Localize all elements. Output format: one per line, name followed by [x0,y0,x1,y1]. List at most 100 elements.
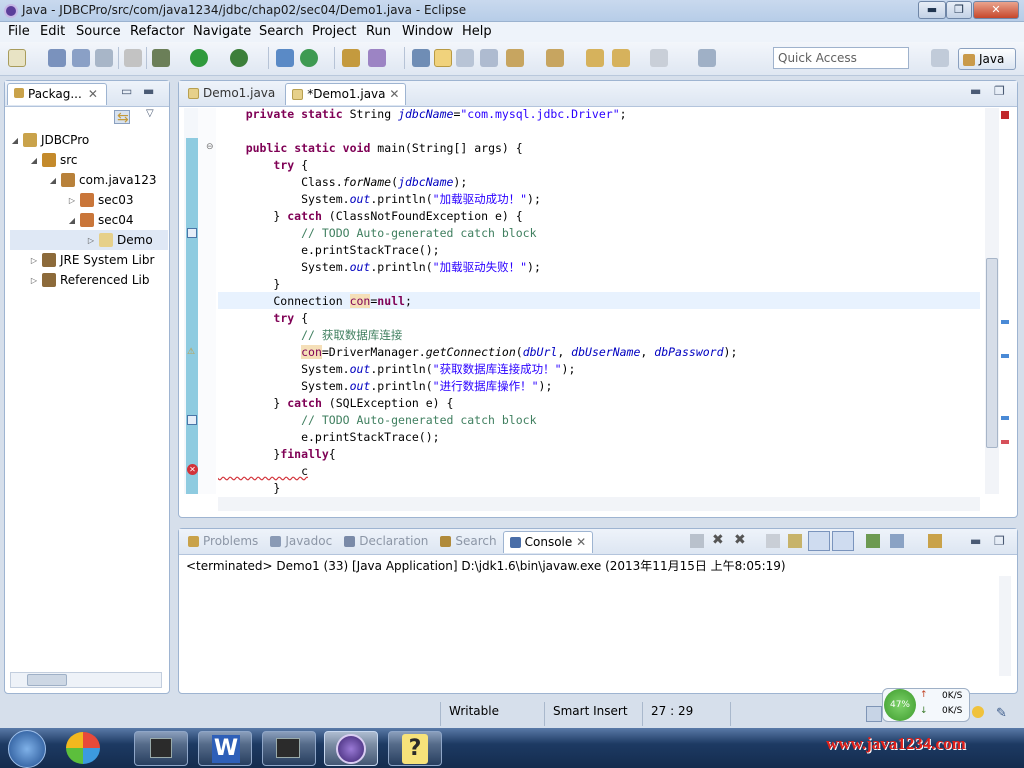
minimize-button[interactable]: ▬ [918,1,946,19]
skip-breakpoints-icon[interactable] [124,49,142,67]
tree-expand-icon[interactable]: ◢ [67,216,77,225]
save-all-icon[interactable] [72,49,90,67]
tree-item[interactable]: ◢ JDBCPro [10,130,168,150]
quick-access-input[interactable]: Quick Access [773,47,909,69]
console-minimize-icon[interactable]: ▬ [970,534,981,548]
tree-item[interactable]: ▷ Demo [10,230,168,250]
new-class-icon[interactable] [300,49,318,67]
minimize-view-icon[interactable]: ▬ [143,84,154,98]
search-icon[interactable] [368,49,386,67]
error-marker-icon[interactable]: ✕ [187,464,198,475]
bottom-tab[interactable]: Console ✕ [502,531,594,553]
console-maximize-icon[interactable]: ❐ [994,534,1005,548]
scrollbar-thumb[interactable] [986,258,998,448]
remove-launch-icon[interactable]: ✖ [712,532,724,548]
toggle-mark-occurrences-icon[interactable] [412,49,430,67]
open-perspective-icon[interactable] [931,49,949,67]
external-tools-icon[interactable] [230,49,248,67]
tree-expand-icon[interactable]: ◢ [48,176,58,185]
bottom-tab[interactable]: Search [434,531,502,553]
start-button[interactable] [8,730,46,768]
tree-item[interactable]: ◢ sec04 [10,210,168,230]
debug-icon[interactable] [152,49,170,67]
editor-horizontal-scrollbar[interactable] [218,497,980,511]
editor-minimize-icon[interactable]: ▬ [970,84,981,98]
tree-expand-icon[interactable]: ▷ [86,236,96,245]
menu-navigate[interactable]: Navigate [193,24,251,39]
scroll-lock-icon[interactable] [788,534,802,548]
next-annotation-icon[interactable] [506,49,524,67]
maximize-button[interactable]: ❐ [946,1,972,19]
save-icon[interactable] [48,49,66,67]
bottom-tab[interactable]: Declaration [338,531,434,553]
tree-item[interactable]: ▷ JRE System Libr [10,250,168,270]
remove-all-launches-icon[interactable]: ✖ [734,532,746,548]
previous-annotation-icon[interactable] [546,49,564,67]
code-area[interactable]: private static String jdbcName="com.mysq… [218,106,980,496]
editor-maximize-icon[interactable]: ❐ [994,84,1005,98]
terminate-icon[interactable] [690,534,704,548]
menu-file[interactable]: File [8,24,30,39]
new-icon[interactable] [8,49,26,67]
pin-console-icon[interactable] [866,534,880,548]
tree-expand-icon[interactable]: ▷ [67,196,77,205]
horizontal-scrollbar[interactable] [10,672,162,688]
highlight-icon[interactable] [434,49,452,67]
bottom-tab[interactable]: Javadoc [264,531,338,553]
open-type-icon[interactable] [342,49,360,67]
tree-expand-icon[interactable]: ◢ [29,156,39,165]
last-edit-location-icon[interactable] [586,49,604,67]
new-java-project-icon[interactable] [276,49,294,67]
view-menu-icon[interactable]: ▽ [146,108,154,119]
show-whitespace-icon[interactable] [480,49,498,67]
tree-item[interactable]: ◢ com.java123 [10,170,168,190]
console-scrollbar[interactable] [999,576,1011,676]
tree-expand-icon[interactable]: ◢ [10,136,20,145]
tree-expand-icon[interactable]: ▷ [29,256,39,265]
tree-item[interactable]: ▷ sec03 [10,190,168,210]
tab-package-explorer[interactable]: Packag... ✕ [7,83,107,105]
settings-wrench-icon[interactable]: ✎ [996,706,1007,721]
menu-edit[interactable]: Edit [40,24,65,39]
close-tab-icon[interactable]: ✕ [386,87,399,101]
task-marker-icon[interactable] [187,228,197,238]
print-icon[interactable] [95,49,113,67]
menu-source[interactable]: Source [76,24,121,39]
bottom-tab[interactable]: Problems [182,531,264,553]
fold-collapse-icon[interactable]: ⊖ [206,142,214,152]
menu-search[interactable]: Search [259,24,304,39]
menu-refactor[interactable]: Refactor [130,24,185,39]
block-selection-icon[interactable] [456,49,474,67]
editor-tab[interactable]: *Demo1.java ✕ [285,83,407,105]
collapse-all-icon[interactable]: ▭ [121,84,132,98]
close-button[interactable]: ✕ [973,1,1019,19]
run-icon[interactable] [190,49,208,67]
show-on-stderr-icon[interactable] [832,531,854,551]
scrollbar-thumb[interactable] [27,674,67,686]
tree-item[interactable]: ▷ Referenced Lib [10,270,168,290]
editor-tab[interactable]: Demo1.java [182,83,281,105]
menu-run[interactable]: Run [366,24,391,39]
task-marker-icon[interactable] [187,415,197,425]
open-console-icon[interactable] [928,534,942,548]
display-console-icon[interactable] [890,534,904,548]
back-icon[interactable] [612,49,630,67]
vertical-scrollbar[interactable] [985,108,999,494]
menu-window[interactable]: Window [402,24,453,39]
forward-icon[interactable] [650,49,668,67]
java-perspective-button[interactable]: Java [958,48,1016,70]
code-token: } [218,277,281,291]
warning-marker-icon[interactable]: ⚠ [187,347,197,357]
clear-console-icon[interactable] [766,534,780,548]
close-tab-icon[interactable]: ✕ [572,535,586,549]
tree-item[interactable]: ◢ src [10,150,168,170]
menu-project[interactable]: Project [312,24,356,39]
menu-help[interactable]: Help [462,24,492,39]
tray-widget-icon[interactable] [866,706,882,722]
link-with-editor-icon[interactable]: ⇆ [117,110,129,126]
pin-editor-icon[interactable] [698,49,716,67]
show-on-stdout-icon[interactable] [808,531,830,551]
close-tab-icon[interactable]: ✕ [88,87,98,101]
tree-expand-icon[interactable]: ▷ [29,276,39,285]
taskbar-media-icon[interactable] [66,732,100,764]
